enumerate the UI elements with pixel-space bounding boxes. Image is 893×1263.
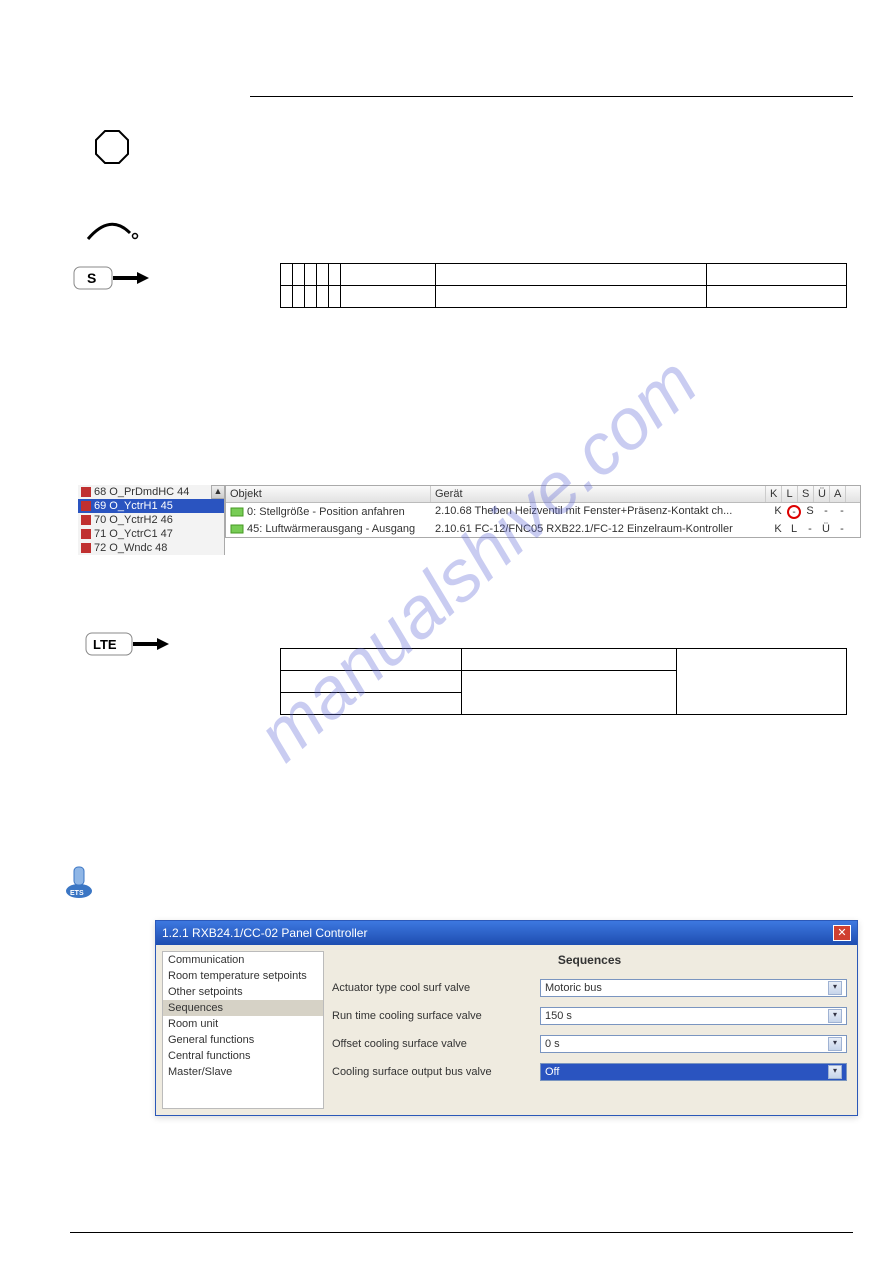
param-dropdown[interactable]: 150 s ▾ [540, 1007, 847, 1025]
dialog-body: CommunicationRoom temperature setpointsO… [156, 945, 857, 1115]
tree-item-label: 70 O_YctrH2 46 [94, 514, 173, 526]
table-outputs [280, 263, 847, 308]
dialog-titlebar[interactable]: 1.2.1 RXB24.1/CC-02 Panel Controller ✕ [156, 921, 857, 945]
param-value: Motoric bus [545, 982, 602, 994]
flag-l: L [786, 523, 802, 535]
param-label: Offset cooling surface valve [332, 1038, 532, 1050]
svg-text:ETS: ETS [70, 890, 84, 897]
dialog-nav: CommunicationRoom temperature setpointsO… [162, 951, 324, 1109]
dialog-heading: Sequences [332, 953, 847, 967]
group-address-icon [81, 487, 91, 497]
param-value: 0 s [545, 1038, 560, 1050]
param-dropdown[interactable]: Off ▾ [540, 1063, 847, 1081]
param-row: Offset cooling surface valve 0 s ▾ [332, 1035, 847, 1053]
tree-item[interactable]: 68 O_PrDmdHC 44 [78, 485, 224, 499]
comm-object-icon [230, 506, 244, 518]
hr-bottom [70, 1232, 853, 1233]
dialog-title: 1.2.1 RXB24.1/CC-02 Panel Controller [162, 926, 367, 940]
flag-l: - [786, 505, 802, 519]
col-l[interactable]: L [782, 486, 798, 502]
tree-item-label: 69 O_YctrH1 45 [94, 500, 173, 512]
lte-mode-table [280, 648, 847, 715]
lte-arrow-badge: LTE [85, 632, 171, 661]
flag-s: S [802, 505, 818, 519]
flag-a: - [834, 523, 850, 535]
scroll-up-icon[interactable]: ▲ [211, 485, 225, 499]
obj-label: 45: Luftwärmerausgang - Ausgang [247, 523, 415, 535]
param-row: Actuator type cool surf valve Motoric bus… [332, 979, 847, 997]
nav-item[interactable]: Other setpoints [163, 984, 323, 1000]
comm-object-icon [230, 523, 244, 535]
group-address-icon [81, 543, 91, 553]
ets-param-dialog: 1.2.1 RXB24.1/CC-02 Panel Controller ✕ C… [155, 920, 858, 1116]
col-s[interactable]: S [798, 486, 814, 502]
col-objekt[interactable]: Objekt [226, 486, 431, 502]
lte-table [280, 648, 847, 715]
obj-label: 0: Stellgröße - Position anfahren [247, 506, 405, 518]
tree-item[interactable]: 70 O_YctrH2 46 [78, 513, 224, 527]
nav-item[interactable]: General functions [163, 1032, 323, 1048]
group-address-icon [81, 515, 91, 525]
tree-item-label: 68 O_PrDmdHC 44 [94, 486, 189, 498]
flag-s: - [802, 523, 818, 535]
dialog-main: Sequences Actuator type cool surf valve M… [330, 945, 857, 1115]
flag-k: K [770, 523, 786, 535]
chevron-down-icon[interactable]: ▾ [828, 1037, 842, 1051]
tree-item[interactable]: 71 O_YctrC1 47 [78, 527, 224, 541]
chevron-down-icon[interactable]: ▾ [828, 1009, 842, 1023]
flag-circle-icon: - [787, 505, 801, 519]
icon-column: S [72, 70, 152, 292]
param-value: Off [545, 1066, 559, 1078]
tree-item-label: 71 O_YctrC1 47 [94, 528, 173, 540]
flag-a: - [834, 505, 850, 519]
page: S LTE ETS [0, 0, 893, 1263]
arc-icon [72, 219, 152, 241]
group-objects-screenshot: 68 O_PrDmdHC 44 69 O_YctrH1 45 70 O_YctrH2… [78, 485, 861, 557]
tree-item[interactable]: 72 O_Wndc 48 [78, 541, 224, 555]
chevron-down-icon[interactable]: ▾ [828, 981, 842, 995]
nav-item[interactable]: Communication [163, 952, 323, 968]
flag-u: - [818, 505, 834, 519]
hr-top [250, 96, 853, 97]
nav-item[interactable]: Room unit [163, 1016, 323, 1032]
ets-badge-icon: ETS [64, 865, 94, 902]
param-dropdown[interactable]: Motoric bus ▾ [540, 979, 847, 997]
param-label: Actuator type cool surf valve [332, 982, 532, 994]
group-address-icon [81, 529, 91, 539]
col-a[interactable]: A [830, 486, 846, 502]
group-address-icon [81, 501, 91, 511]
chevron-down-icon[interactable]: ▾ [828, 1065, 842, 1079]
lte-label: LTE [93, 637, 117, 652]
nav-item[interactable]: Central functions [163, 1048, 323, 1064]
close-icon[interactable]: ✕ [833, 925, 851, 941]
s-label: S [87, 270, 96, 286]
device-label: 2.10.68 Theben Heizventil mit Fenster+Pr… [435, 505, 770, 519]
param-label: Run time cooling surface valve [332, 1010, 532, 1022]
col-u[interactable]: Ü [814, 486, 830, 502]
tree-item-label: 72 O_Wndc 48 [94, 542, 167, 554]
nav-item[interactable]: Room temperature setpoints [163, 968, 323, 984]
nav-item[interactable]: Master/Slave [163, 1064, 323, 1080]
param-dropdown[interactable]: 0 s ▾ [540, 1035, 847, 1053]
tree-item[interactable]: 69 O_YctrH1 45 [78, 499, 224, 513]
param-label: Cooling surface output bus valve [332, 1066, 532, 1078]
list-row[interactable]: 45: Luftwärmerausgang - Ausgang 2.10.61 F… [226, 521, 860, 537]
col-geraet[interactable]: Gerät [431, 486, 766, 502]
nav-item[interactable]: Sequences [163, 1000, 323, 1016]
object-list: Objekt Gerät K L S Ü A 0: Stellgröße - P… [225, 485, 861, 538]
param-value: 150 s [545, 1010, 572, 1022]
flag-k: K [770, 505, 786, 519]
s-arrow-badge: S [72, 266, 152, 292]
device-label: 2.10.61 FC-12/FNC05 RXB22.1/FC-12 Einzel… [435, 523, 770, 535]
param-row: Run time cooling surface valve 150 s ▾ [332, 1007, 847, 1025]
list-row[interactable]: 0: Stellgröße - Position anfahren 2.10.68… [226, 503, 860, 521]
param-row: Cooling surface output bus valve Off ▾ [332, 1063, 847, 1081]
list-header: Objekt Gerät K L S Ü A [226, 486, 860, 503]
col-k[interactable]: K [766, 486, 782, 502]
tree-panel: 68 O_PrDmdHC 44 69 O_YctrH1 45 70 O_YctrH2… [78, 485, 225, 555]
octagon-icon [72, 130, 152, 164]
flag-u: Ü [818, 523, 834, 535]
output-table [280, 263, 847, 308]
